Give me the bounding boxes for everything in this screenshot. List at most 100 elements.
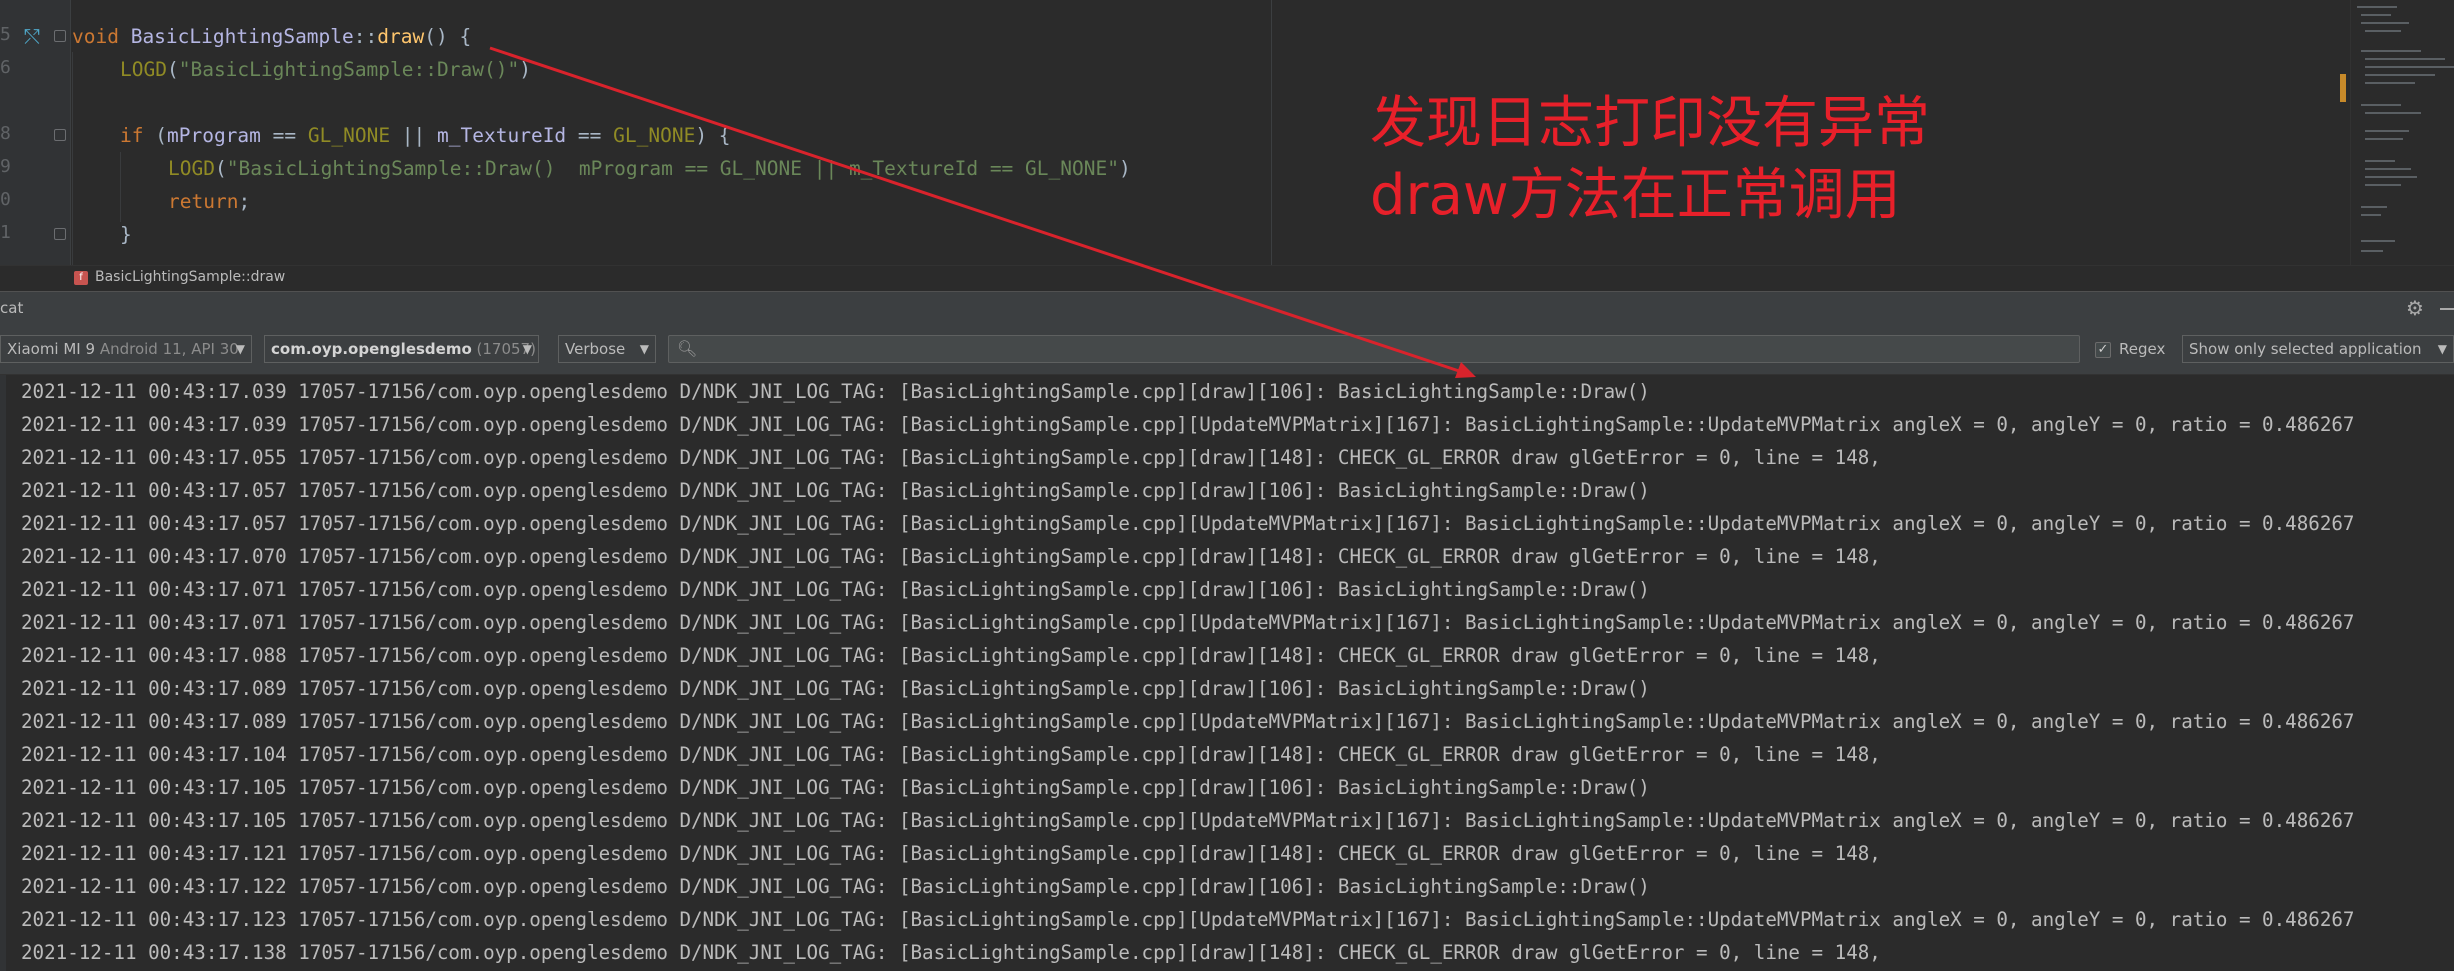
- minimap-line: [2361, 50, 2421, 52]
- minimap-line: [2361, 104, 2401, 106]
- code-line[interactable]: LOGD("BasicLightingSample::Draw()"): [120, 53, 531, 86]
- log-line[interactable]: 2021-12-11 00:43:17.057 17057-17156/com.…: [21, 474, 1650, 507]
- process-package: com.oyp.openglesdemo: [271, 340, 472, 358]
- code-token: }: [120, 223, 132, 246]
- code-token: draw: [377, 25, 425, 48]
- minimap-line: [2361, 14, 2391, 16]
- chevron-down-icon: ▼: [2437, 342, 2447, 356]
- minimap-line: [2365, 138, 2403, 140]
- log-line[interactable]: 2021-12-11 00:43:17.089 17057-17156/com.…: [21, 705, 2354, 738]
- code-token: ==: [566, 124, 614, 147]
- code-token: ||: [390, 124, 438, 147]
- device-name: Xiaomi MI 9: [7, 340, 96, 358]
- log-level-value: Verbose: [565, 340, 626, 358]
- regex-label: Regex: [2119, 340, 2166, 358]
- log-line[interactable]: 2021-12-11 00:43:17.070 17057-17156/com.…: [21, 540, 1881, 573]
- minimap-line: [2361, 22, 2409, 24]
- minimize-icon[interactable]: [2440, 308, 2454, 310]
- log-line[interactable]: 2021-12-11 00:43:17.071 17057-17156/com.…: [21, 573, 1650, 606]
- log-gutter: [0, 375, 6, 971]
- log-level-dropdown[interactable]: Verbose ▼: [558, 335, 656, 363]
- code-token: "BasicLightingSample::Draw()": [178, 58, 520, 81]
- logcat-panel-header: cat ⚙: [0, 291, 2454, 326]
- minimap-line: [2361, 214, 2381, 216]
- regex-checkbox[interactable]: ✓: [2095, 342, 2111, 358]
- code-token: GL_NONE: [307, 124, 391, 147]
- code-line[interactable]: if (mProgram == GL_NONE || m_TextureId =…: [120, 119, 731, 152]
- code-token: BasicLightingSample: [130, 25, 354, 48]
- fold-toggle-icon[interactable]: [54, 129, 66, 141]
- fold-toggle-icon[interactable]: [54, 228, 66, 240]
- log-line[interactable]: 2021-12-11 00:43:17.105 17057-17156/com.…: [21, 771, 1650, 804]
- device-sub: Android 11, API 30: [95, 340, 239, 358]
- log-line[interactable]: 2021-12-11 00:43:17.104 17057-17156/com.…: [21, 738, 1881, 771]
- ide-window: 5 6 8 9 0 1 ⤲ void BasicLightingSample::…: [0, 0, 2454, 971]
- code-token: return: [168, 190, 239, 213]
- function-icon: f: [74, 271, 88, 285]
- annotation-line: draw方法在正常调用: [1370, 163, 1901, 228]
- gear-icon[interactable]: ⚙: [2406, 297, 2424, 319]
- device-dropdown[interactable]: Xiaomi MI 9 Android 11, API 30 ▼: [0, 335, 252, 363]
- log-line[interactable]: 2021-12-11 00:43:17.121 17057-17156/com.…: [21, 837, 1881, 870]
- code-token: (: [155, 124, 167, 147]
- line-number: 9: [0, 156, 11, 177]
- logcat-output[interactable]: 2021-12-11 00:43:17.039 17057-17156/com.…: [0, 375, 2454, 971]
- minimap-line: [2365, 168, 2411, 170]
- minimap-line: [2365, 58, 2445, 60]
- code-token: () {: [424, 25, 472, 48]
- log-line[interactable]: 2021-12-11 00:43:17.138 17057-17156/com.…: [21, 936, 1881, 969]
- code-line[interactable]: void BasicLightingSample::draw() {: [72, 20, 471, 53]
- line-number: 0: [0, 189, 11, 210]
- log-line[interactable]: 2021-12-11 00:43:17.105 17057-17156/com.…: [21, 804, 2354, 837]
- code-token: mProgram: [166, 124, 261, 147]
- code-token: ): [519, 58, 531, 81]
- right-margin-guide: [1271, 0, 1272, 265]
- minimap-line: [2365, 160, 2395, 162]
- search-input[interactable]: [699, 338, 2073, 362]
- breadcrumb-item[interactable]: BasicLightingSample::draw: [95, 269, 285, 285]
- minimap-line: [2357, 6, 2397, 8]
- process-dropdown[interactable]: com.oyp.openglesdemo (17057) ▼: [264, 335, 539, 363]
- minimap-line: [2365, 30, 2401, 32]
- filter-dropdown[interactable]: Show only selected application ▼: [2182, 335, 2454, 363]
- minimap-line: [2365, 184, 2401, 186]
- log-line[interactable]: 2021-12-11 00:43:17.123 17057-17156/com.…: [21, 903, 2354, 936]
- minimap-line: [2365, 176, 2417, 178]
- line-number: 8: [0, 123, 11, 144]
- breadcrumb[interactable]: f BasicLightingSample::draw: [0, 265, 2454, 292]
- implements-icon[interactable]: ⤲: [24, 26, 40, 46]
- log-line[interactable]: 2021-12-11 00:43:17.039 17057-17156/com.…: [21, 408, 2354, 441]
- code-editor[interactable]: 5 6 8 9 0 1 ⤲ void BasicLightingSample::…: [0, 0, 2454, 265]
- log-line[interactable]: 2021-12-11 00:43:17.071 17057-17156/com.…: [21, 606, 2354, 639]
- code-token: void: [72, 25, 131, 48]
- scroll-marker[interactable]: [2340, 74, 2346, 102]
- log-line[interactable]: 2021-12-11 00:43:17.088 17057-17156/com.…: [21, 639, 1881, 672]
- minimap-line: [2365, 82, 2415, 84]
- logcat-toolbar: Xiaomi MI 9 Android 11, API 30 ▼ com.oyp…: [0, 325, 2454, 375]
- annotation-line: 发现日志打印没有异常: [1370, 91, 1930, 156]
- process-name: com.oyp.openglesdemo: [271, 340, 472, 358]
- code-minimap[interactable]: [2350, 0, 2454, 265]
- log-line[interactable]: 2021-12-11 00:43:17.055 17057-17156/com.…: [21, 441, 1881, 474]
- code-line[interactable]: }: [120, 218, 132, 251]
- gutter-divider: [70, 0, 71, 265]
- minimap-line: [2361, 250, 2383, 252]
- filter-value: Show only selected application: [2189, 340, 2422, 358]
- log-line[interactable]: 2021-12-11 00:43:17.057 17057-17156/com.…: [21, 507, 2354, 540]
- search-icon: 🔍︎: [677, 339, 698, 358]
- indent-guide: [72, 52, 73, 265]
- editor-gutter[interactable]: 5 6 8 9 0 1 ⤲: [0, 0, 70, 265]
- code-token: ) {: [695, 124, 731, 147]
- code-token: if: [120, 124, 156, 147]
- log-line[interactable]: 2021-12-11 00:43:17.039 17057-17156/com.…: [21, 375, 1650, 408]
- log-line[interactable]: 2021-12-11 00:43:17.089 17057-17156/com.…: [21, 672, 1650, 705]
- code-token: ==: [260, 124, 308, 147]
- code-token: (: [214, 157, 227, 180]
- code-line[interactable]: LOGD("BasicLightingSample::Draw() mProgr…: [168, 152, 1131, 185]
- log-search-box[interactable]: 🔍︎: [668, 335, 2080, 363]
- code-line[interactable]: return;: [168, 185, 250, 218]
- fold-toggle-icon[interactable]: [54, 30, 66, 42]
- minimap-line: [2361, 240, 2395, 242]
- log-line[interactable]: 2021-12-11 00:43:17.122 17057-17156/com.…: [21, 870, 1650, 903]
- minimap-line: [2365, 66, 2454, 68]
